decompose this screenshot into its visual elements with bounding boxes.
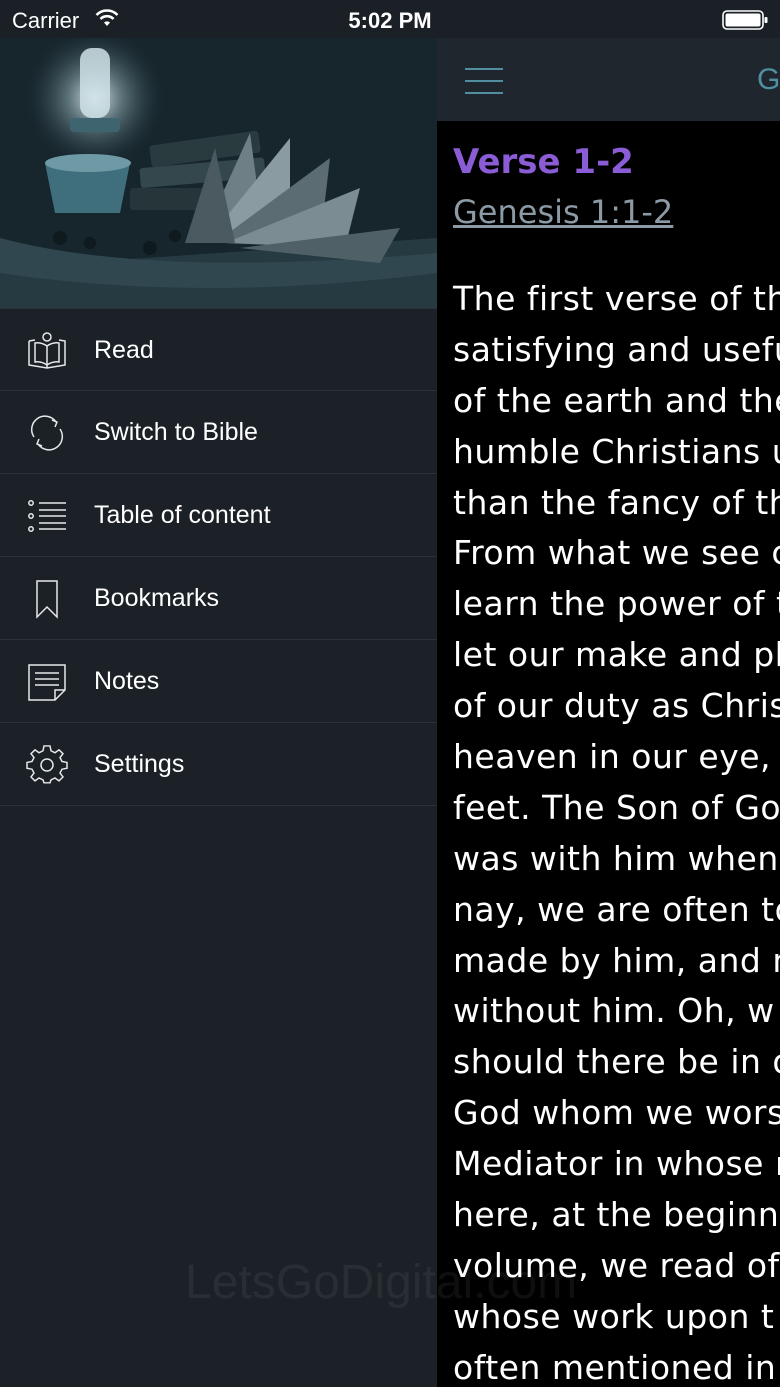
text-line: satisfying and usefu bbox=[453, 329, 780, 369]
text-line: From what we see c bbox=[453, 533, 780, 573]
book-and-lamp-illustration bbox=[0, 38, 437, 308]
list-icon bbox=[28, 500, 66, 532]
text-line: was with him when bbox=[453, 838, 779, 878]
text-line: nay, we are often to bbox=[453, 889, 780, 929]
reader-content: G Verse 1-2 Genesis 1:1-2 The first vers… bbox=[437, 38, 780, 1387]
text-line: heaven in our eye, bbox=[453, 737, 772, 777]
status-bar: Carrier 5:02 PM bbox=[0, 0, 780, 38]
nav-title: G bbox=[757, 63, 780, 96]
text-line: here, at the beginn bbox=[453, 1195, 780, 1235]
text-line: humble Christians u bbox=[453, 431, 780, 471]
text-line: of our duty as Chris bbox=[453, 686, 780, 726]
text-line: of the earth and the bbox=[453, 380, 780, 420]
battery-icon bbox=[722, 10, 768, 30]
verse-reference-link[interactable]: Genesis 1:1-2 bbox=[453, 193, 673, 231]
text-line: God whom we wors bbox=[453, 1093, 780, 1133]
note-icon bbox=[28, 664, 66, 701]
menu-label-switch-to-bible: Switch to Bible bbox=[94, 418, 258, 446]
menu-label-table-of-content: Table of content bbox=[94, 501, 271, 529]
side-menu-drawer: Read Switch to Bible Table of content Bo… bbox=[0, 38, 437, 1387]
open-book-icon bbox=[28, 332, 66, 369]
text-line: The first verse of th bbox=[453, 279, 780, 318]
text-line: made by him, and n bbox=[453, 940, 780, 980]
commentary-text: The first verse of th satisfying and use… bbox=[453, 274, 780, 1387]
menu-label-settings: Settings bbox=[94, 750, 185, 778]
status-time: 5:02 PM bbox=[348, 8, 432, 33]
menu-item-bookmarks[interactable]: Bookmarks bbox=[0, 557, 437, 640]
text-line: often mentioned in bbox=[453, 1347, 777, 1387]
text-line: learn the power of t bbox=[453, 584, 780, 624]
menu-item-settings[interactable]: Settings bbox=[0, 723, 437, 806]
text-line: volume, we read of bbox=[453, 1245, 780, 1285]
text-line: let our make and pl bbox=[453, 635, 780, 675]
menu-item-switch-to-bible[interactable]: Switch to Bible bbox=[0, 391, 437, 474]
text-line: Mediator in whose n bbox=[453, 1144, 780, 1184]
gear-icon bbox=[26, 745, 68, 784]
drawer-menu: Read Switch to Bible Table of content Bo… bbox=[0, 308, 437, 806]
menu-label-bookmarks: Bookmarks bbox=[94, 584, 220, 612]
text-line: should there be in o bbox=[453, 1042, 780, 1082]
menu-label-notes: Notes bbox=[94, 667, 160, 695]
menu-label-read: Read bbox=[94, 336, 154, 364]
hamburger-menu-icon[interactable] bbox=[465, 68, 503, 94]
verse-heading: Verse 1-2 bbox=[453, 142, 634, 182]
menu-item-table-of-content[interactable]: Table of content bbox=[0, 474, 437, 557]
refresh-icon bbox=[30, 415, 64, 451]
menu-item-read[interactable]: Read bbox=[0, 308, 437, 391]
navigation-bar: G bbox=[437, 38, 780, 121]
text-line: than the fancy of th bbox=[453, 482, 780, 522]
text-line: without him. Oh, w bbox=[453, 991, 775, 1031]
drawer-header-image bbox=[0, 38, 437, 308]
text-line: feet. The Son of Go bbox=[453, 787, 780, 827]
bookmark-icon bbox=[36, 580, 58, 619]
menu-item-notes[interactable]: Notes bbox=[0, 640, 437, 723]
text-line: whose work upon t bbox=[453, 1296, 775, 1336]
